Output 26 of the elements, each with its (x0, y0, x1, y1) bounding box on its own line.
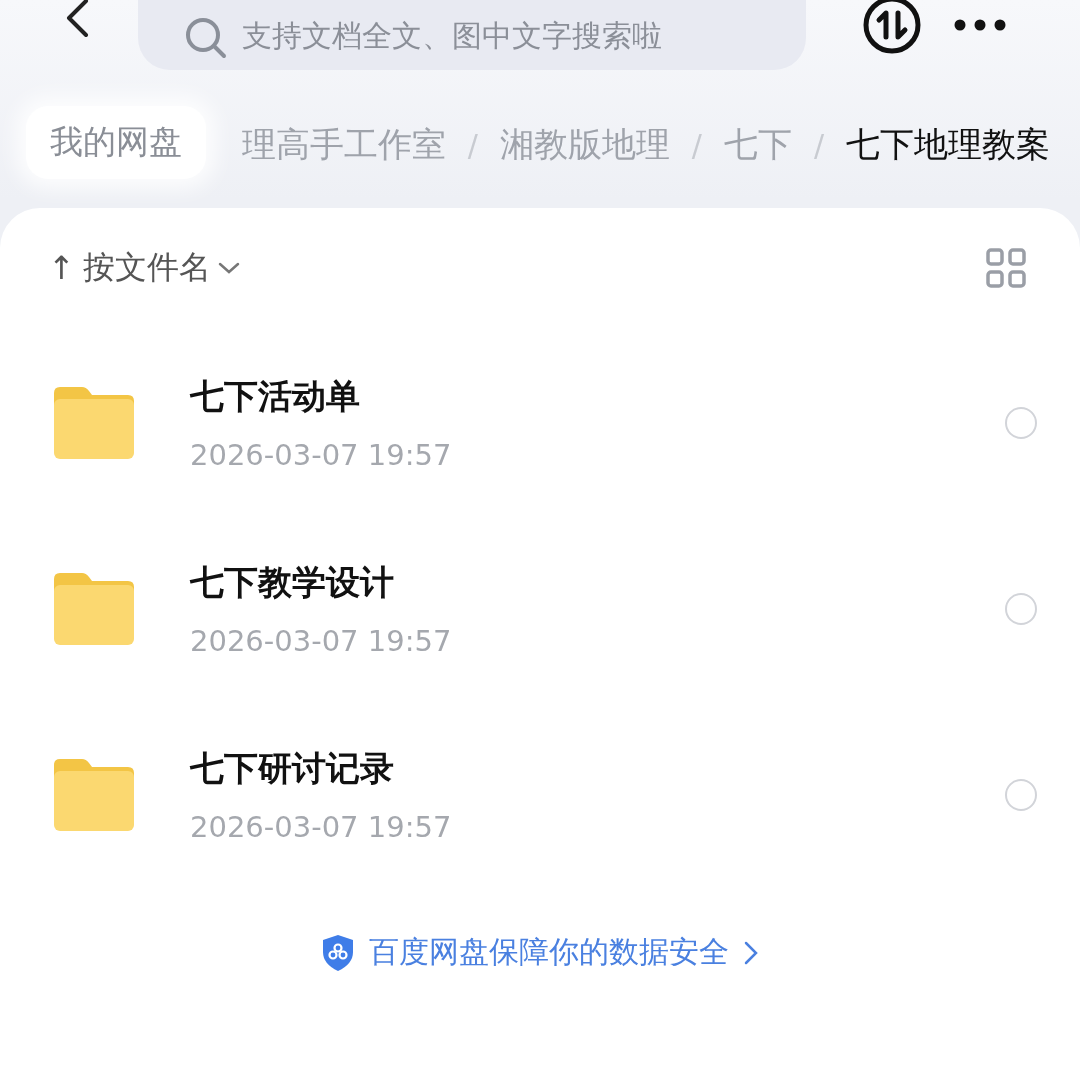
folder-icon (54, 759, 134, 831)
folder-icon (54, 573, 134, 645)
select-radio[interactable] (1005, 779, 1037, 811)
folder-name[interactable]: 七下教学设计 (190, 560, 1005, 606)
back-icon[interactable] (64, 0, 90, 38)
folder-name[interactable]: 七下研讨记录 (190, 746, 1005, 792)
grid-view-icon[interactable] (986, 248, 1026, 288)
breadcrumb-separator: / (691, 127, 702, 163)
sort-button[interactable]: ↑ 按文件名 (48, 246, 241, 290)
folder-name[interactable]: 七下活动单 (190, 374, 1005, 420)
chevron-right-icon (743, 939, 759, 966)
select-radio[interactable] (1005, 593, 1037, 625)
breadcrumb-separator: / (813, 127, 824, 163)
folder-date: 2026-03-07 19:57 (190, 810, 453, 844)
select-radio[interactable] (1005, 407, 1037, 439)
folder-date: 2026-03-07 19:57 (190, 624, 453, 658)
more-icon[interactable] (954, 19, 1006, 31)
breadcrumb-separator: / (467, 127, 478, 163)
search-field[interactable]: 支持文档全文、图中文字搜索啦 (138, 0, 806, 70)
security-link[interactable]: 百度网盘保障你的数据安全 (321, 932, 759, 973)
transfer-icon[interactable] (862, 0, 922, 55)
breadcrumb-item[interactable]: 七下地理教案 (846, 122, 1050, 168)
folder-icon (54, 387, 134, 459)
folder-date: 2026-03-07 19:57 (190, 438, 453, 472)
shield-icon (321, 933, 355, 972)
chevron-down-icon (216, 260, 241, 276)
